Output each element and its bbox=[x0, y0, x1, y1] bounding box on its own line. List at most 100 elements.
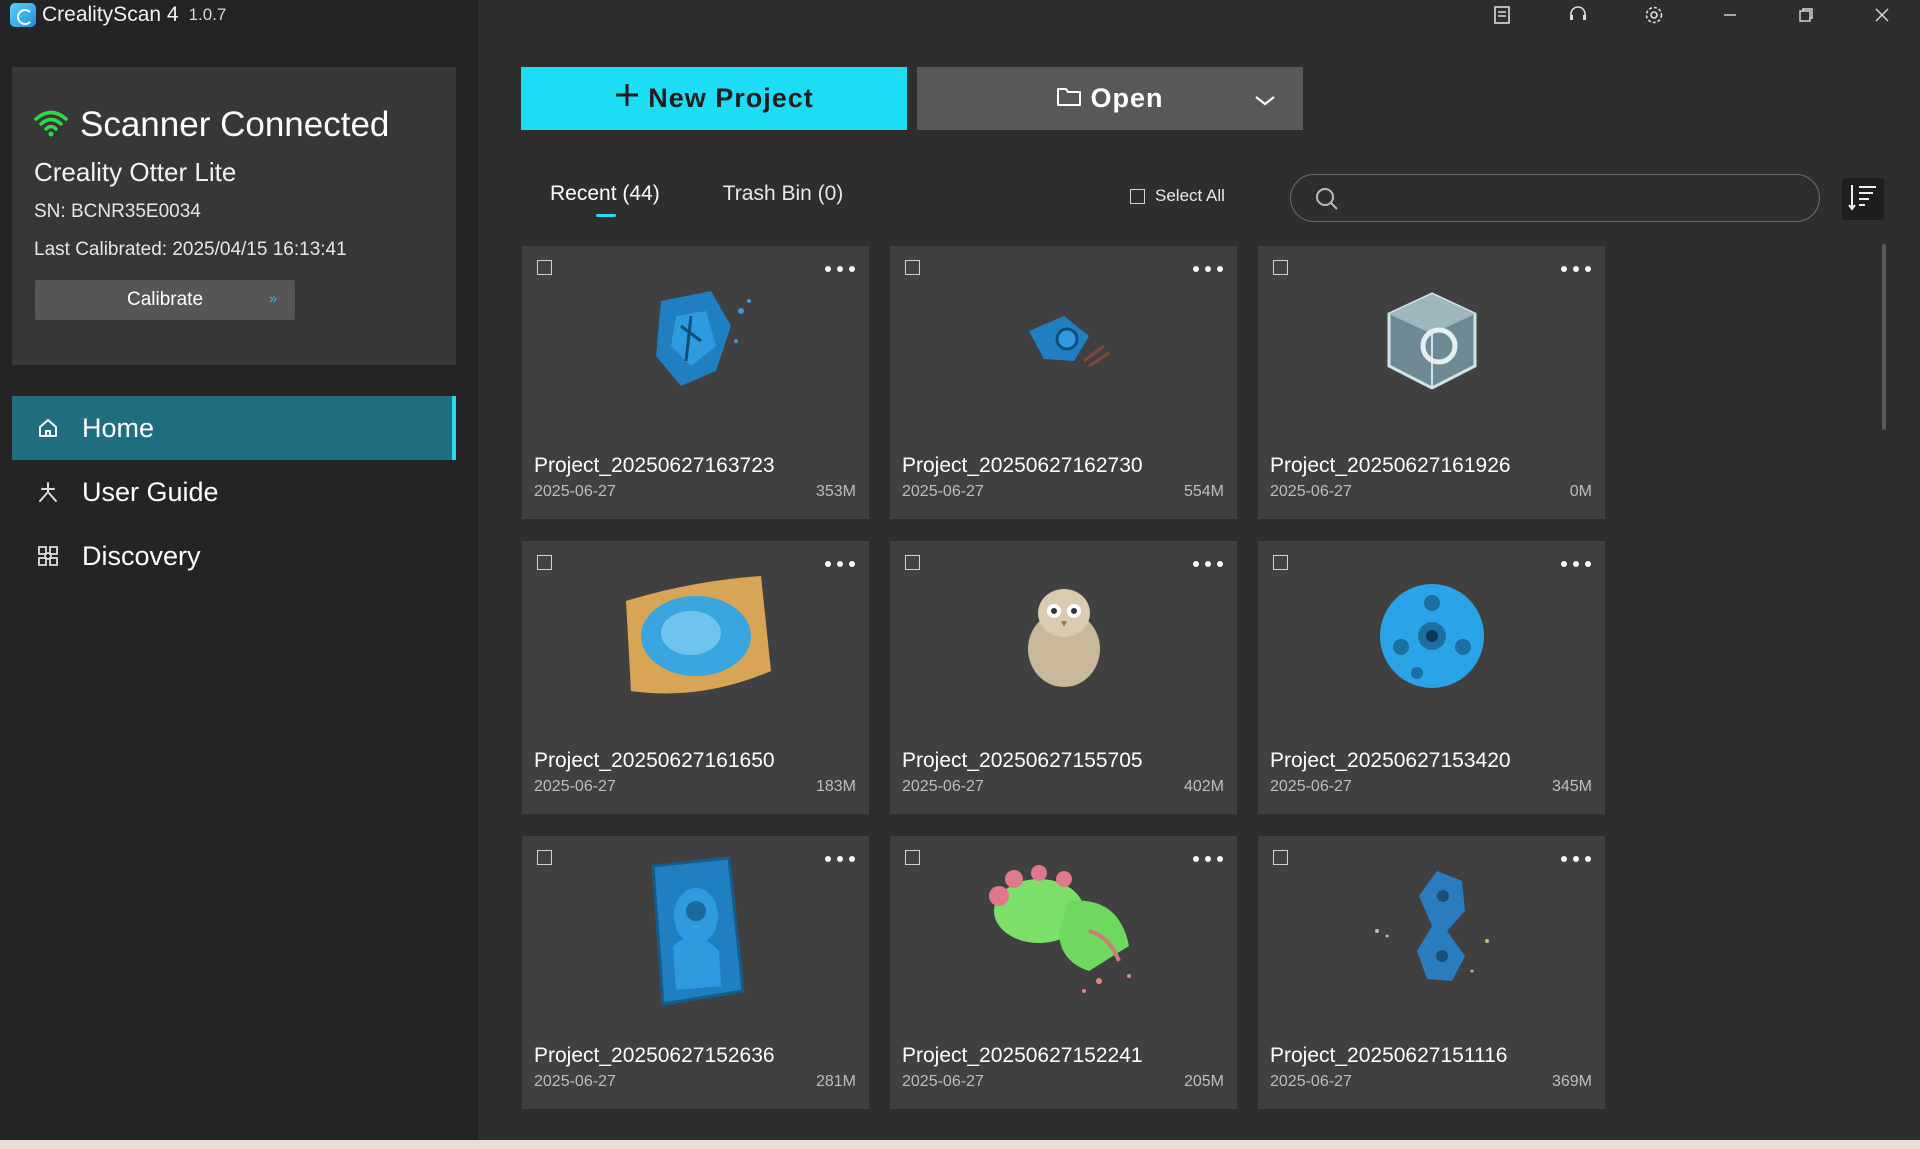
sidebar-item-label: Discovery bbox=[82, 540, 201, 571]
project-tabs: Recent (44) Trash Bin (0) bbox=[550, 182, 844, 217]
project-date: 2025-06-27 bbox=[534, 1073, 616, 1090]
project-checkbox[interactable] bbox=[1273, 260, 1288, 275]
search-box bbox=[1290, 174, 1820, 222]
project-thumbnail bbox=[582, 553, 809, 718]
scanner-status-card: Scanner Connected Creality Otter Lite SN… bbox=[12, 67, 456, 365]
sort-icon bbox=[1847, 181, 1879, 218]
project-checkbox[interactable] bbox=[537, 260, 552, 275]
project-card[interactable]: Project_20250627152241 2025-06-27 205M bbox=[890, 836, 1237, 1109]
project-card[interactable]: Project_20250627163723 2025-06-27 353M bbox=[522, 246, 869, 519]
chevron-down-icon[interactable] bbox=[1253, 87, 1277, 118]
project-title: Project_20250627161650 bbox=[534, 749, 775, 772]
project-date: 2025-06-27 bbox=[902, 1073, 984, 1090]
more-options-icon[interactable] bbox=[1561, 262, 1591, 276]
home-icon bbox=[36, 416, 60, 440]
scanner-status-text: Scanner Connected bbox=[80, 105, 390, 144]
project-grid: Project_20250627163723 2025-06-27 353M P… bbox=[522, 246, 1605, 1109]
more-options-icon[interactable] bbox=[1193, 557, 1223, 571]
sidebar-item-home[interactable]: Home bbox=[12, 396, 456, 460]
more-options-icon[interactable] bbox=[1561, 557, 1591, 571]
restore-icon[interactable] bbox=[1768, 0, 1844, 30]
project-size: 205M bbox=[1183, 1073, 1224, 1090]
select-all[interactable]: Select All bbox=[1130, 186, 1225, 206]
sidebar-item-user-guide[interactable]: User Guide bbox=[12, 460, 456, 524]
project-card[interactable]: Project_20250627155705 2025-06-27 402M bbox=[890, 541, 1237, 814]
notes-icon[interactable] bbox=[1464, 0, 1540, 30]
project-title: Project_20250627152241 bbox=[902, 1044, 1143, 1067]
app-logo-icon bbox=[10, 3, 36, 27]
new-project-button[interactable]: New Project bbox=[521, 67, 907, 130]
project-thumbnail bbox=[582, 258, 809, 423]
project-title: Project_20250627155705 bbox=[902, 749, 1143, 772]
project-card[interactable]: Project_20250627153420 2025-06-27 345M bbox=[1258, 541, 1605, 814]
sidebar-item-discovery[interactable]: Discovery bbox=[12, 524, 456, 588]
project-checkbox[interactable] bbox=[537, 555, 552, 570]
app-title: CrealityScan 4 1.0.7 bbox=[10, 2, 226, 28]
project-checkbox[interactable] bbox=[905, 850, 920, 865]
more-options-icon[interactable] bbox=[1193, 852, 1223, 866]
more-options-icon[interactable] bbox=[1561, 852, 1591, 866]
tab-trash-bin[interactable]: Trash Bin (0) bbox=[723, 182, 844, 206]
last-calibrated: Last Calibrated: 2025/04/15 16:13:41 bbox=[34, 239, 347, 260]
project-card[interactable]: Project_20250627161926 2025-06-27 0M bbox=[1258, 246, 1605, 519]
project-checkbox[interactable] bbox=[905, 260, 920, 275]
tab-recent[interactable]: Recent (44) bbox=[550, 182, 660, 217]
project-size: 369M bbox=[1551, 1073, 1592, 1090]
project-size: 345M bbox=[1551, 778, 1592, 795]
open-label: Open bbox=[1090, 83, 1164, 113]
project-title: Project_20250627161926 bbox=[1270, 454, 1511, 477]
project-checkbox[interactable] bbox=[1273, 555, 1288, 570]
calibrate-button[interactable]: Calibrate » bbox=[35, 280, 295, 320]
project-card[interactable]: Project_20250627152636 2025-06-27 281M bbox=[522, 836, 869, 1109]
project-title: Project_20250627153420 bbox=[1270, 749, 1511, 772]
project-thumbnail bbox=[582, 848, 809, 1013]
project-card[interactable]: Project_20250627151116 2025-06-27 369M bbox=[1258, 836, 1605, 1109]
project-card[interactable]: Project_20250627161650 2025-06-27 183M bbox=[522, 541, 869, 814]
app-window: CrealityScan 4 1.0.7 Scanner Connected C… bbox=[0, 0, 1920, 1149]
project-date: 2025-06-27 bbox=[534, 778, 616, 795]
project-size: 0M bbox=[1569, 483, 1592, 500]
more-options-icon[interactable] bbox=[825, 262, 855, 276]
scanner-status: Scanner Connected bbox=[34, 105, 389, 145]
select-all-label: Select All bbox=[1155, 186, 1225, 205]
project-grid-scrollbar[interactable] bbox=[1882, 244, 1886, 430]
project-thumbnail bbox=[950, 848, 1177, 1013]
sidebar: CrealityScan 4 1.0.7 Scanner Connected C… bbox=[0, 0, 478, 1140]
settings-icon[interactable] bbox=[1616, 0, 1692, 30]
project-date: 2025-06-27 bbox=[1270, 1073, 1352, 1090]
window-controls bbox=[1464, 0, 1920, 30]
project-date: 2025-06-27 bbox=[902, 483, 984, 500]
project-title: Project_20250627162730 bbox=[902, 454, 1143, 477]
minimize-icon[interactable] bbox=[1692, 0, 1768, 30]
device-serial-number: SN: BCNR35E0034 bbox=[34, 201, 201, 222]
project-checkbox[interactable] bbox=[537, 850, 552, 865]
sidebar-item-label: User Guide bbox=[82, 476, 219, 507]
project-date: 2025-06-27 bbox=[902, 778, 984, 795]
sidebar-item-label: Home bbox=[82, 412, 155, 443]
project-size: 402M bbox=[1183, 778, 1224, 795]
close-icon[interactable] bbox=[1844, 0, 1920, 30]
more-options-icon[interactable] bbox=[825, 852, 855, 866]
project-checkbox[interactable] bbox=[905, 555, 920, 570]
project-thumbnail bbox=[1318, 553, 1545, 718]
project-title: Project_20250627152636 bbox=[534, 1044, 775, 1067]
select-all-checkbox[interactable] bbox=[1130, 188, 1145, 204]
double-chevron-right-icon: » bbox=[269, 290, 277, 306]
project-checkbox[interactable] bbox=[1273, 850, 1288, 865]
app-version: 1.0.7 bbox=[188, 5, 227, 24]
open-button[interactable]: Open bbox=[917, 67, 1303, 130]
more-options-icon[interactable] bbox=[825, 557, 855, 571]
project-card[interactable]: Project_20250627162730 2025-06-27 554M bbox=[890, 246, 1237, 519]
project-date: 2025-06-27 bbox=[1270, 483, 1352, 500]
project-thumbnail bbox=[950, 553, 1177, 718]
project-thumbnail bbox=[1318, 258, 1545, 423]
support-icon[interactable] bbox=[1540, 0, 1616, 30]
more-options-icon[interactable] bbox=[1193, 262, 1223, 276]
calibrate-label: Calibrate bbox=[126, 289, 204, 310]
discovery-icon bbox=[36, 544, 60, 568]
user-guide-icon bbox=[36, 480, 60, 504]
project-date: 2025-06-27 bbox=[534, 483, 616, 500]
search-input[interactable] bbox=[1351, 183, 1801, 213]
project-size: 183M bbox=[815, 778, 856, 795]
sort-button[interactable] bbox=[1842, 178, 1884, 220]
